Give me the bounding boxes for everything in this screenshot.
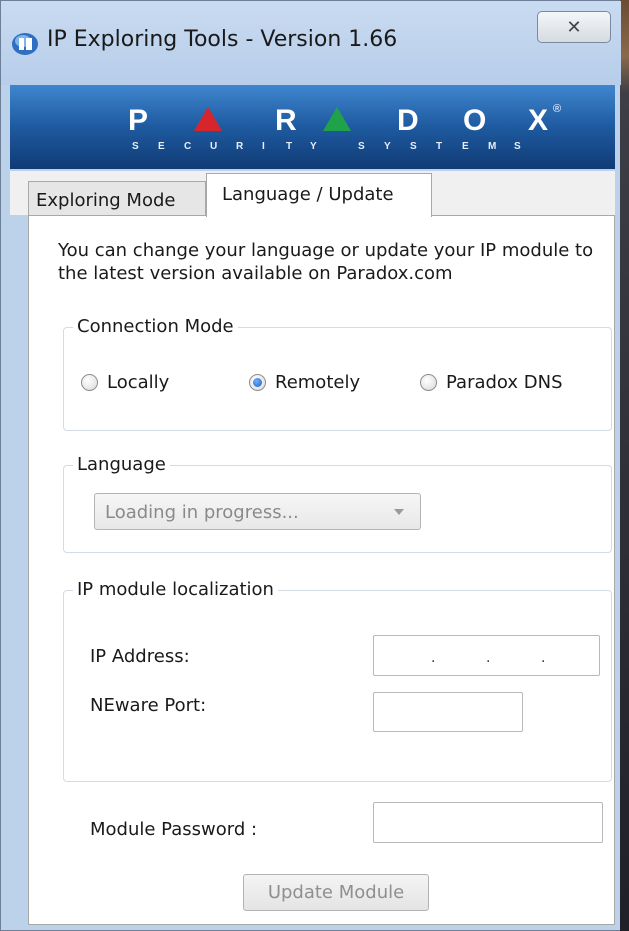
- tagline-letter: S: [410, 141, 417, 152]
- tagline-letter: T: [436, 141, 442, 152]
- radio-locally[interactable]: Locally: [81, 372, 169, 393]
- close-button[interactable]: ✕: [537, 11, 611, 43]
- neware-port-field[interactable]: [373, 692, 523, 732]
- tagline-letter: S: [514, 141, 521, 152]
- app-window: IP Exploring Tools - Version 1.66 ✕ P R …: [0, 0, 621, 931]
- tagline-letter: R: [236, 141, 244, 152]
- tagline-letter: U: [210, 141, 217, 152]
- tagline-letter: T: [286, 141, 292, 152]
- tagline-letter: E: [462, 141, 469, 152]
- tagline-letter: S: [132, 141, 139, 152]
- paradox-logo: P R D O X ® S E C U R I T Y S Y S T E M …: [10, 85, 615, 169]
- radio-unchecked-icon: [81, 374, 98, 391]
- tagline-letter: C: [184, 141, 191, 152]
- title-bar[interactable]: IP Exploring Tools - Version 1.66 ✕: [1, 1, 621, 85]
- update-module-button[interactable]: Update Module: [243, 874, 429, 911]
- module-password-field[interactable]: [373, 802, 603, 843]
- ip-address-separator: .: [541, 650, 546, 666]
- window-title: IP Exploring Tools - Version 1.66: [47, 27, 398, 52]
- logo-letter-x: X: [528, 104, 548, 137]
- tagline-letter: Y: [310, 141, 317, 152]
- logo-letter-d: D: [397, 104, 419, 137]
- tagline-letter: S: [358, 141, 365, 152]
- radio-checked-icon: [249, 374, 266, 391]
- radio-locally-label: Locally: [107, 372, 170, 393]
- tagline-letter: E: [158, 141, 165, 152]
- ip-localization-legend: IP module localization: [73, 579, 278, 600]
- logo-letter-p: P: [128, 104, 148, 137]
- logo-registered: ®: [553, 103, 561, 115]
- language-legend: Language: [73, 454, 170, 475]
- radio-unchecked-icon: [420, 374, 437, 391]
- tagline-letter: I: [262, 141, 265, 152]
- app-icon: [12, 33, 38, 55]
- ip-address-label: IP Address:: [90, 646, 190, 667]
- language-dropdown[interactable]: Loading in progress...: [94, 493, 421, 530]
- tab-language-update[interactable]: Language / Update: [206, 173, 432, 217]
- neware-port-label: NEware Port:: [90, 695, 207, 716]
- close-icon: ✕: [566, 16, 582, 38]
- radio-paradox-dns[interactable]: Paradox DNS: [420, 372, 563, 393]
- ip-address-field[interactable]: . . .: [373, 635, 600, 676]
- logo-letter-r: R: [275, 104, 297, 137]
- paradox-banner: P R D O X ® S E C U R I T Y S Y S T E M …: [10, 85, 615, 169]
- connection-mode-legend: Connection Mode: [73, 316, 238, 337]
- radio-paradox-dns-label: Paradox DNS: [446, 372, 563, 393]
- tab-exploring-mode[interactable]: Exploring Mode: [28, 181, 206, 215]
- ip-address-separator: .: [431, 650, 436, 666]
- module-password-label: Module Password :: [90, 819, 258, 840]
- intro-text: You can change your language or update y…: [58, 240, 594, 284]
- radio-remotely-label: Remotely: [275, 372, 361, 393]
- tagline-letter: Y: [384, 141, 391, 152]
- tagline-letter: M: [488, 141, 496, 152]
- ip-address-separator: .: [486, 650, 491, 666]
- language-dropdown-value: Loading in progress...: [105, 502, 299, 523]
- ip-localization-group: [63, 590, 612, 782]
- chevron-down-icon: [394, 509, 404, 515]
- radio-remotely[interactable]: Remotely: [249, 372, 360, 393]
- logo-letter-o: O: [463, 104, 486, 137]
